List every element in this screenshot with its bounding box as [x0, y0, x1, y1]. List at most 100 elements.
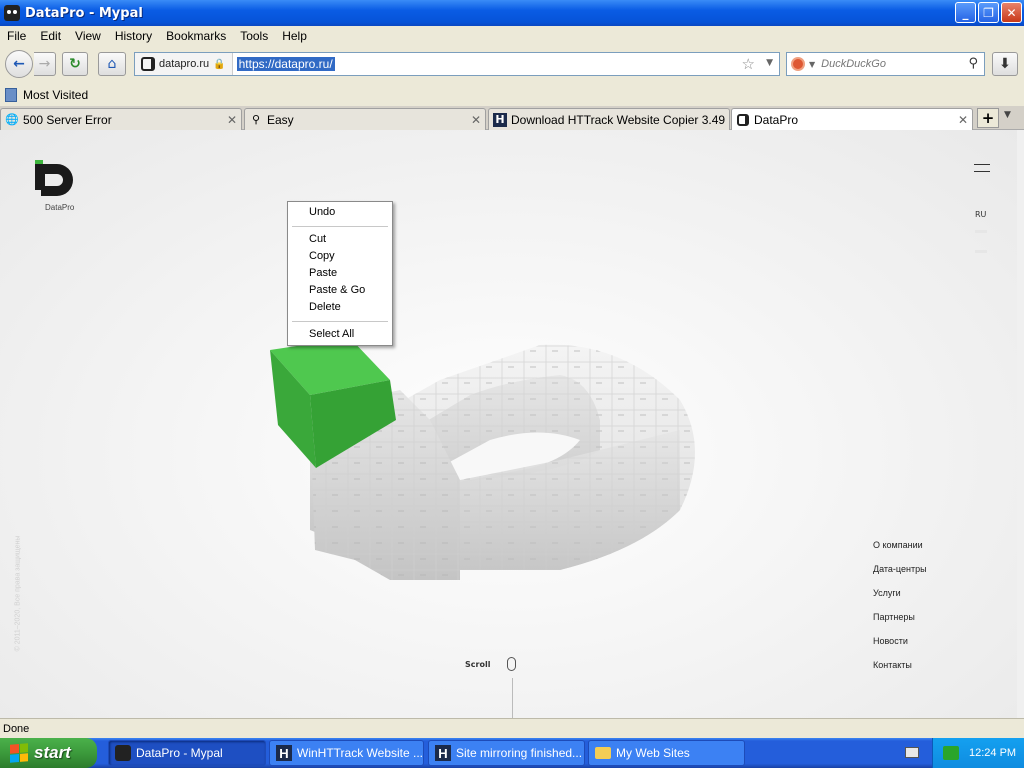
page-content: DataPro RU О компании Дата-центры Услуги… — [0, 130, 1017, 718]
url-input[interactable]: https://datapro.ru/ — [236, 57, 335, 71]
tab-httrack-download[interactable]: H Download HTTrack Website Copier 3.49..… — [488, 108, 730, 130]
url-dropdown-icon[interactable]: ▼ — [766, 58, 773, 68]
task-datapro-mypal[interactable]: DataPro - Mypal — [108, 740, 266, 766]
keyboard-icon[interactable] — [905, 747, 919, 758]
tab-500-server-error[interactable]: 🌐 500 Server Error ✕ — [0, 108, 242, 130]
scroll-indicator-line — [512, 678, 513, 718]
navigation-toolbar: ← → ↻ ⌂ datapro.ru 🔒 https://datapro.ru/… — [0, 46, 1024, 84]
home-icon: ⌂ — [107, 56, 117, 72]
nav-services[interactable]: Услуги — [873, 588, 927, 612]
scroll-label: Scroll — [465, 660, 491, 669]
menu-view[interactable]: View — [68, 29, 108, 43]
list-all-tabs-icon[interactable]: ▼ — [1004, 110, 1011, 120]
task-label: My Web Sites — [616, 746, 690, 760]
mypal-app-icon — [4, 5, 20, 21]
nav-contacts[interactable]: Контакты — [873, 660, 927, 684]
reload-icon: ↻ — [69, 56, 81, 72]
menu-edit[interactable]: Edit — [33, 29, 68, 43]
system-tray: 12:24 PM — [932, 738, 1024, 768]
context-cut[interactable]: Cut — [309, 233, 326, 245]
back-arrow-icon: ← — [13, 56, 25, 72]
back-button[interactable]: ← — [5, 50, 33, 78]
vertical-scrollbar[interactable] — [1017, 130, 1024, 718]
bookmarks-toolbar: Most Visited — [0, 84, 1024, 106]
tab-close-icon[interactable]: ✕ — [958, 113, 968, 127]
httrack-icon: H — [276, 745, 292, 761]
magnifier-icon: ⚲ — [251, 113, 261, 126]
tab-close-icon[interactable]: ✕ — [471, 113, 481, 127]
globe-icon: 🌐 — [5, 113, 19, 126]
mypal-icon — [115, 745, 131, 761]
start-label: start — [34, 743, 71, 762]
nav-partners[interactable]: Партнеры — [873, 612, 927, 636]
download-arrow-icon: ⬇ — [999, 56, 1011, 72]
clock[interactable]: 12:24 PM — [969, 747, 1016, 759]
task-winhttrack[interactable]: H WinHTTrack Website ... — [269, 740, 424, 766]
nav-datacenters[interactable]: Дата-центры — [873, 564, 927, 588]
tab-close-icon[interactable]: ✕ — [227, 113, 237, 127]
tab-label: 500 Server Error — [23, 112, 112, 127]
menu-history[interactable]: History — [108, 29, 159, 43]
task-my-web-sites[interactable]: My Web Sites — [588, 740, 745, 766]
bookmark-folder-icon — [5, 88, 17, 102]
language-ru[interactable]: RU — [975, 210, 986, 219]
tab-label: Download HTTrack Website Copier 3.49... — [511, 112, 725, 127]
menu-bookmarks[interactable]: Bookmarks — [159, 29, 233, 43]
menu-help[interactable]: Help — [275, 29, 314, 43]
hamburger-menu-icon[interactable] — [974, 164, 990, 172]
minimize-button[interactable]: _ — [955, 2, 976, 23]
new-tab-button[interactable]: + — [977, 108, 999, 128]
start-button[interactable]: start — [0, 738, 97, 768]
task-label: WinHTTrack Website ... — [297, 746, 424, 760]
datapro-logo[interactable] — [35, 160, 81, 198]
tab-datapro[interactable]: DataPro ✕ — [731, 108, 973, 131]
datapro-icon — [736, 113, 750, 127]
search-engine-dropdown-icon[interactable]: ▼ — [809, 60, 815, 69]
lock-icon: 🔒 — [213, 58, 226, 70]
downloads-button[interactable]: ⬇ — [992, 52, 1018, 76]
most-visited-bookmark[interactable]: Most Visited — [23, 88, 88, 102]
side-navigation: О компании Дата-центры Услуги Партнеры Н… — [873, 540, 927, 684]
task-site-mirroring[interactable]: H Site mirroring finished... — [428, 740, 585, 766]
search-input[interactable]: DuckDuckGo — [821, 58, 886, 70]
context-copy[interactable]: Copy — [309, 250, 335, 262]
language-option-faded[interactable] — [975, 230, 987, 233]
windows-taskbar: start DataPro - Mypal H WinHTTrack Websi… — [0, 738, 1024, 768]
language-option-faded[interactable] — [975, 250, 987, 253]
tab-easy[interactable]: ⚲ Easy ✕ — [244, 108, 486, 130]
duckduckgo-icon[interactable] — [791, 57, 805, 71]
search-bar[interactable]: ▼ DuckDuckGo ⚲ — [786, 52, 985, 76]
reload-button[interactable]: ↻ — [62, 52, 88, 76]
mouse-scroll-icon — [507, 657, 516, 671]
search-icon[interactable]: ⚲ — [968, 56, 978, 71]
context-delete[interactable]: Delete — [309, 301, 341, 313]
plus-icon: + — [981, 109, 995, 127]
nav-news[interactable]: Новости — [873, 636, 927, 660]
tab-strip: 🌐 500 Server Error ✕ ⚲ Easy ✕ H Download… — [0, 106, 1024, 131]
context-paste-and-go[interactable]: Paste & Go — [309, 284, 365, 296]
folder-icon — [595, 747, 611, 759]
menu-bar: File Edit View History Bookmarks Tools H… — [0, 26, 1024, 46]
network-icon[interactable] — [943, 746, 959, 760]
menu-file[interactable]: File — [0, 29, 33, 43]
window-title-bar: DataPro - Mypal _ ❐ ✕ — [0, 0, 1024, 26]
httrack-icon: H — [493, 112, 507, 127]
tab-label: DataPro — [754, 113, 799, 127]
task-label: Site mirroring finished... — [456, 746, 583, 760]
url-context-menu: Undo Cut Copy Paste Paste & Go Delete Se… — [287, 201, 393, 346]
windows-logo-icon — [10, 743, 28, 763]
close-button[interactable]: ✕ — [1001, 2, 1022, 23]
home-button[interactable]: ⌂ — [98, 52, 126, 76]
forward-button[interactable]: → — [34, 52, 56, 76]
maximize-button[interactable]: ❐ — [978, 2, 999, 23]
menu-tools[interactable]: Tools — [233, 29, 275, 43]
copyright-text: © 2011–2020, Все права защищены — [14, 535, 22, 652]
context-select-all[interactable]: Select All — [309, 328, 354, 340]
context-undo[interactable]: Undo — [309, 206, 335, 218]
site-identity-button[interactable]: datapro.ru 🔒 — [135, 53, 233, 75]
bookmark-star-icon[interactable]: ☆ — [742, 55, 755, 73]
menu-separator — [292, 321, 388, 322]
nav-about[interactable]: О компании — [873, 540, 927, 564]
context-paste[interactable]: Paste — [309, 267, 337, 279]
address-bar[interactable]: datapro.ru 🔒 https://datapro.ru/ ☆ ▼ — [134, 52, 780, 76]
